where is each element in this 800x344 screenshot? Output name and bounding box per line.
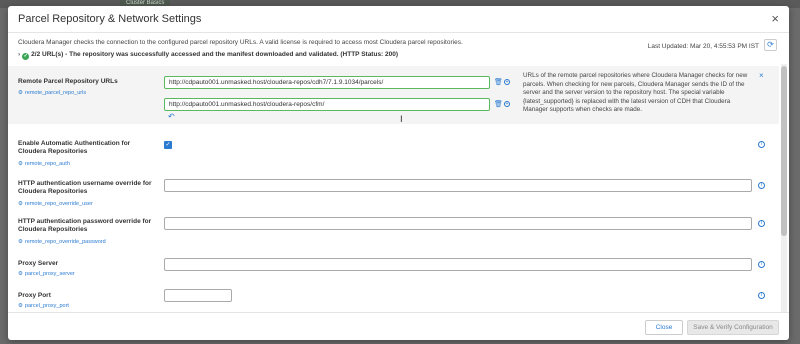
undo-icon[interactable]: ↶ (168, 112, 175, 121)
setting-key-link[interactable]: ⚙ remote_parcel_repo_urls (18, 90, 86, 96)
setting-label: Enable Automatic Authentication for Clou… (18, 140, 131, 155)
http-username-input[interactable] (164, 179, 752, 192)
info-icon[interactable]: i (758, 141, 765, 148)
setting-key-link[interactable]: ⚙ remote_repo_override_user (18, 201, 93, 207)
trash-icon[interactable]: 🗑 (494, 78, 503, 86)
dialog-footer: Close Save & Verify Configuration (8, 312, 789, 340)
setting-key-link[interactable]: ⚙ parcel_proxy_port (18, 303, 69, 309)
settings-list: Remote Parcel Repository URLs ⚙ remote_pa… (8, 64, 779, 312)
status-text: 2/2 URL(s) - The repository was successf… (31, 51, 399, 58)
setting-help-text: URLs of the remote parcel repositories w… (523, 72, 748, 113)
plus-icon[interactable]: + (504, 101, 510, 107)
setting-label: HTTP authentication password override fo… (18, 218, 152, 233)
cogs-icon: ⚙ (18, 303, 23, 309)
mouse-cursor-icon: Ⅰ (400, 114, 403, 124)
cogs-icon: ⚙ (18, 201, 23, 207)
setting-remote-repo: Remote Parcel Repository URLs ⚙ remote_pa… (8, 66, 779, 124)
info-icon[interactable]: i (758, 220, 765, 227)
cogs-icon: ⚙ (18, 90, 23, 96)
intro-text: Cloudera Manager checks the connection t… (18, 39, 463, 46)
scrollbar[interactable] (781, 64, 787, 312)
info-icon[interactable]: i (758, 261, 765, 268)
refresh-icon[interactable]: ⟳ (764, 39, 777, 51)
setting-http-user: HTTP authentication username override fo… (8, 174, 779, 210)
http-password-input[interactable] (164, 217, 752, 230)
chevron-right-icon[interactable]: › (18, 51, 20, 58)
scrollbar-thumb[interactable] (781, 66, 787, 236)
repo-url-input-1[interactable]: http://cdpauto001.unmasked.host/cloudera… (164, 76, 490, 89)
setting-key-link[interactable]: ⚙ remote_repo_auth (18, 161, 70, 167)
close-help-icon[interactable]: × (759, 71, 764, 80)
repo-url-input-2[interactable]: http://cdpauto001.unmasked.host/cloudera… (164, 98, 490, 111)
setting-proxy-server: Proxy Server ⚙ parcel_proxy_server i (8, 254, 779, 282)
setting-label: Proxy Port (18, 292, 51, 299)
close-icon[interactable]: × (771, 12, 779, 25)
trash-icon[interactable]: 🗑 (494, 100, 503, 108)
setting-label: HTTP authentication username override fo… (18, 180, 152, 195)
info-icon[interactable]: i (758, 292, 765, 299)
save-verify-button[interactable]: Save & Verify Configuration (687, 320, 779, 335)
setting-key-link[interactable]: ⚙ remote_repo_override_password (18, 239, 106, 245)
last-updated: Last Updated: Mar 20, 4:55:53 PM IST (647, 43, 759, 50)
cogs-icon: ⚙ (18, 161, 23, 167)
plus-icon[interactable]: + (504, 79, 510, 85)
check-circle-icon: ✓ (22, 53, 30, 60)
dialog-title: Parcel Repository & Network Settings (18, 13, 202, 25)
cogs-icon: ⚙ (18, 239, 23, 245)
dialog-header: Parcel Repository & Network Settings × (8, 6, 789, 33)
close-button[interactable]: Close (645, 320, 683, 335)
setting-key-link[interactable]: ⚙ parcel_proxy_server (18, 271, 75, 277)
auto-auth-checkbox[interactable]: ✓ (164, 141, 172, 149)
setting-label: Proxy Server (18, 260, 59, 267)
setting-http-pass: HTTP authentication password override fo… (8, 212, 779, 248)
proxy-port-input[interactable] (164, 289, 232, 302)
cogs-icon: ⚙ (18, 271, 23, 277)
setting-auto-auth: Enable Automatic Authentication for Clou… (8, 134, 779, 170)
setting-label: Remote Parcel Repository URLs (18, 78, 118, 85)
proxy-server-input[interactable] (164, 258, 752, 271)
status-line[interactable]: › ✓ 2/2 URL(s) - The repository was succes… (18, 51, 398, 60)
parcel-settings-dialog: Parcel Repository & Network Settings × C… (8, 6, 789, 340)
setting-proxy-port: Proxy Port ⚙ parcel_proxy_port i (8, 286, 779, 312)
info-icon[interactable]: i (758, 182, 765, 189)
